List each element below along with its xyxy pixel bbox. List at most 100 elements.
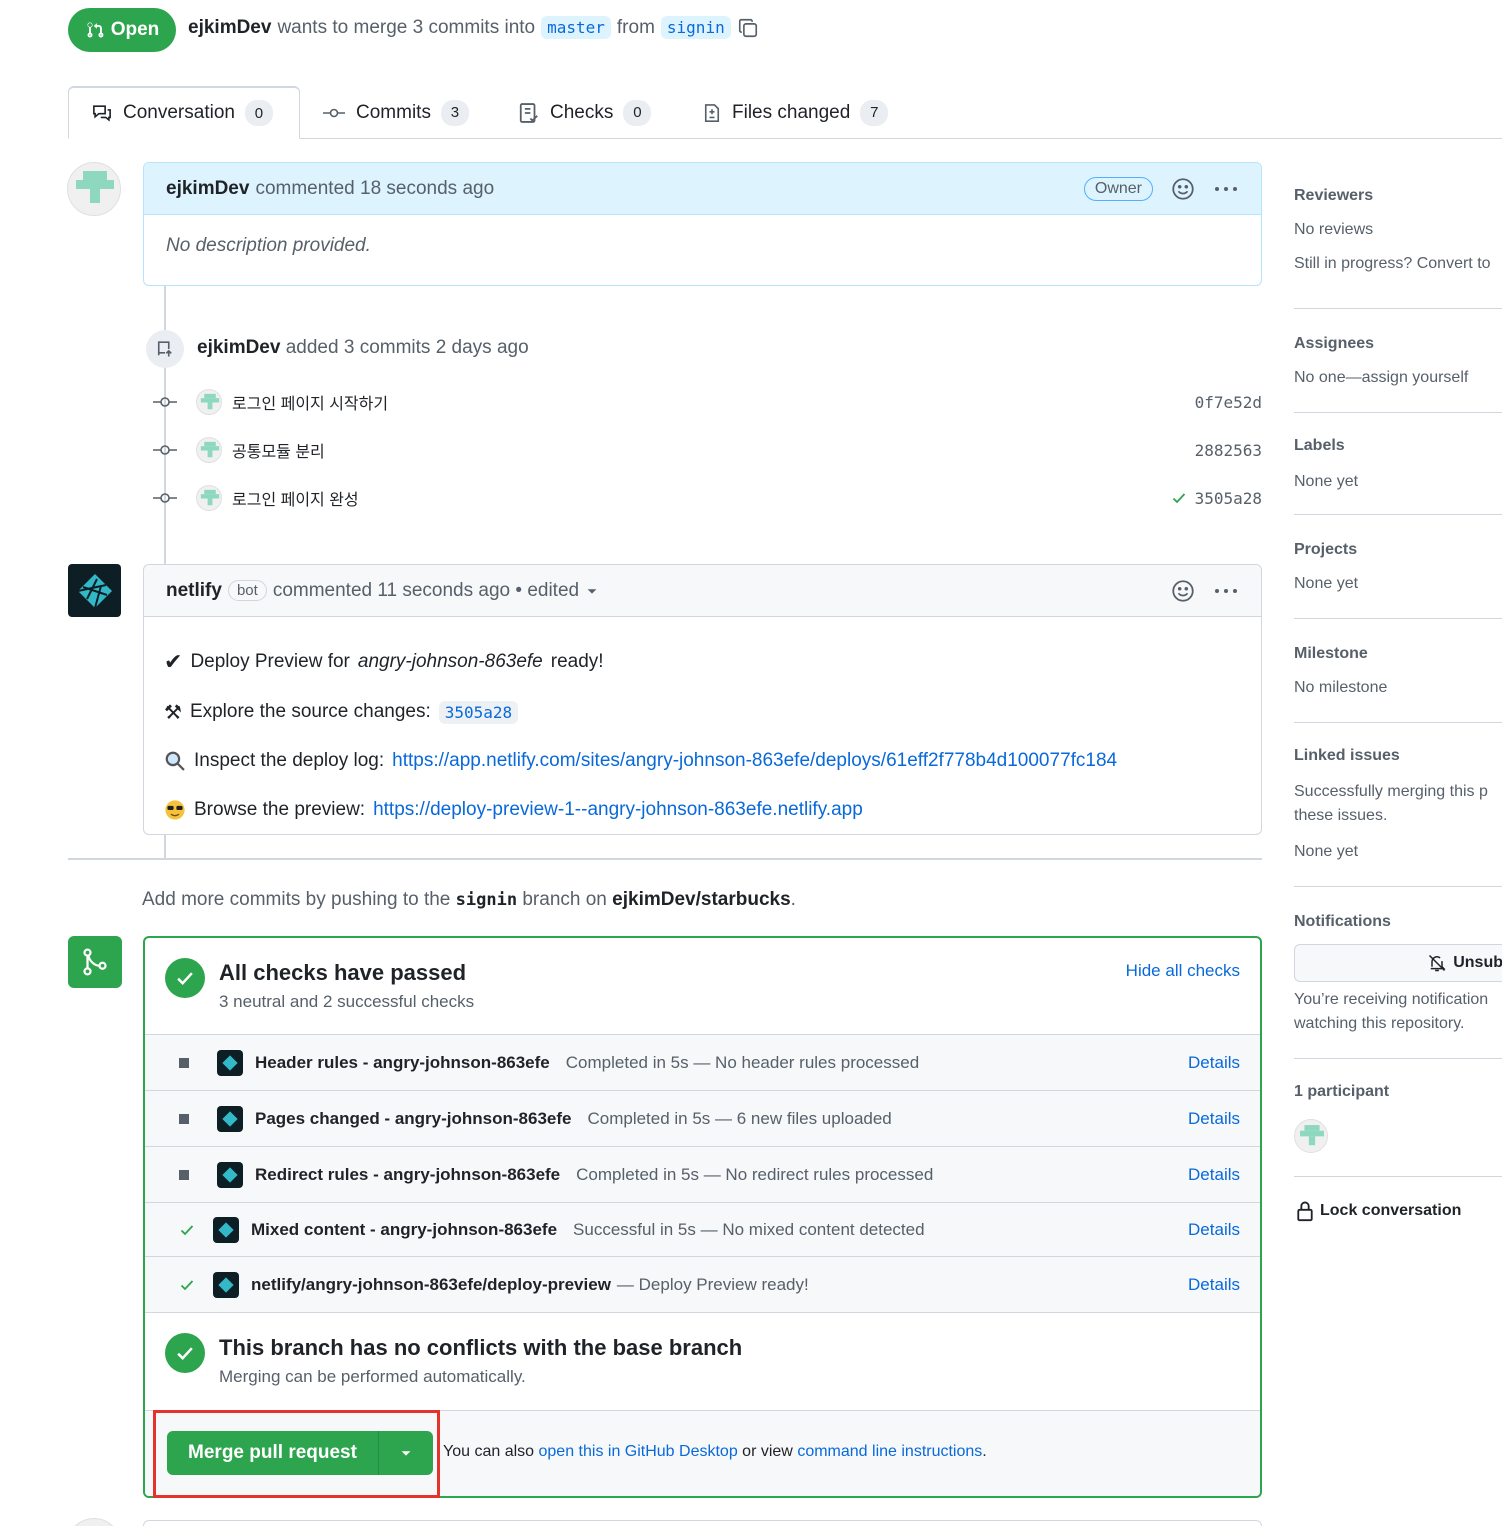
tab-counter: 0 <box>244 100 273 126</box>
smiley-icon[interactable] <box>1171 177 1195 201</box>
commit-message[interactable]: 로그인 페이지 완성 <box>232 486 359 510</box>
assignees-title[interactable]: Assignees <box>1294 335 1374 353</box>
source-sha-link[interactable]: 3505a28 <box>438 700 519 724</box>
participants-title: 1 participant <box>1294 1083 1390 1100</box>
comment-discussion-icon <box>93 105 111 122</box>
pr-description-comment: ejkimDev commented 18 seconds ago Owner … <box>143 162 1262 286</box>
commit-author-avatar[interactable] <box>196 389 222 415</box>
check-details-link[interactable]: Details <box>1188 1109 1240 1129</box>
check-icon <box>177 972 193 986</box>
alternatives-suffix: . <box>982 1443 987 1460</box>
deploy-log-link[interactable]: https://app.netlify.com/sites/angry-john… <box>392 750 1117 772</box>
check-details-link[interactable]: Details <box>1188 1053 1240 1073</box>
browse-preview-label: Browse the preview: <box>194 799 366 820</box>
sidebar-divider <box>1294 412 1502 413</box>
projects-title[interactable]: Projects <box>1294 541 1357 559</box>
comment-author[interactable]: ejkimDev <box>166 178 249 200</box>
notifications-text: You’re receiving notification <box>1294 991 1489 1008</box>
check-details-link[interactable]: Details <box>1188 1220 1240 1240</box>
check-details-link[interactable]: Details <box>1188 1165 1240 1185</box>
commit-sha-with-status[interactable]: 3505a28 <box>1169 489 1262 508</box>
checklist-icon <box>519 102 538 123</box>
also-prefix: You can also <box>443 1443 535 1460</box>
source-changes-label: Explore the source changes: <box>189 701 431 722</box>
check-icon[interactable] <box>1169 490 1189 506</box>
tab-files-changed[interactable]: Files changed 7 <box>680 86 910 139</box>
event-author[interactable]: ejkimDev <box>197 337 280 358</box>
commit-message[interactable]: 로그인 페이지 시작하기 <box>232 390 388 414</box>
kebab-horizontal-icon[interactable] <box>1213 579 1239 603</box>
base-branch[interactable]: master <box>541 16 611 39</box>
tab-label: Conversation <box>123 102 235 123</box>
check-item: Header rules - angry-johnson-863efe Comp… <box>145 1034 1260 1090</box>
or-view-text: or view <box>742 1443 793 1460</box>
check-item: Redirect rules - angry-johnson-863efe Co… <box>145 1146 1260 1202</box>
reviewers-title[interactable]: Reviewers <box>1294 187 1373 205</box>
check-details-link[interactable]: Details <box>1188 1275 1240 1295</box>
check-description: Completed in 5s — 6 new files uploaded <box>587 1108 892 1128</box>
comment-timestamp[interactable]: commented 18 seconds ago <box>255 178 494 200</box>
milestone-title[interactable]: Milestone <box>1294 645 1368 663</box>
checks-status-circle <box>165 958 205 998</box>
notifications-text-2: watching this repository. <box>1294 1015 1465 1032</box>
commit-sha[interactable]: 0f7e52d <box>1195 393 1262 412</box>
comment-timestamp[interactable]: commented 11 seconds ago • edited <box>273 580 579 602</box>
hide-all-checks-link[interactable]: Hide all checks <box>1126 961 1240 981</box>
linked-issues-title[interactable]: Linked issues <box>1294 747 1400 765</box>
tab-label: Commits <box>356 101 431 123</box>
commit-message[interactable]: 공통모듈 분리 <box>232 438 325 462</box>
commit-author-avatar[interactable] <box>196 485 222 511</box>
lock-conversation-link[interactable]: Lock conversation <box>1296 1200 1461 1222</box>
push-hint-repo[interactable]: ejkimDev/starbucks <box>612 889 791 910</box>
reviewers-hint[interactable]: Still in progress? Convert to <box>1294 255 1491 273</box>
check-name: netlify/angry-johnson-863efe/deploy-prev… <box>251 1274 611 1294</box>
commit-author-avatar[interactable] <box>196 437 222 463</box>
assignees-value[interactable]: No one—assign yourself <box>1294 369 1468 387</box>
comment-form <box>143 1520 1262 1526</box>
commit-sha[interactable]: 2882563 <box>1195 441 1262 460</box>
command-line-link[interactable]: command line instructions <box>797 1443 982 1460</box>
caret-down-icon[interactable] <box>585 584 599 598</box>
labels-title[interactable]: Labels <box>1294 437 1345 455</box>
author-avatar[interactable] <box>67 162 121 216</box>
deploy-log-label: Inspect the deploy log: <box>194 750 385 771</box>
copy-icon[interactable] <box>737 17 759 39</box>
pr-author[interactable]: ejkimDev <box>188 17 271 39</box>
push-hint-middle: branch on <box>522 889 607 910</box>
comment-author[interactable]: netlify <box>166 580 222 602</box>
neutral-status-icon <box>179 1169 189 1180</box>
tab-commits[interactable]: Commits 3 <box>300 86 491 139</box>
commit-sha: 3505a28 <box>1194 488 1262 508</box>
preview-link[interactable]: https://deploy-preview-1--angry-johnson-… <box>373 799 863 821</box>
sunglasses-emoji-icon <box>165 800 185 820</box>
kebab-horizontal-icon[interactable] <box>1213 177 1239 201</box>
deploy-text-prefix: Deploy Preview for <box>190 651 350 672</box>
netlify-app-icon <box>217 1105 243 1132</box>
smiley-icon[interactable] <box>1171 579 1195 603</box>
owner-label: Owner <box>1083 176 1153 201</box>
check-name: Header rules - angry-johnson-863efe <box>255 1052 550 1072</box>
head-branch[interactable]: signin <box>660 16 731 39</box>
highlight-box <box>153 1410 440 1498</box>
repo-push-icon <box>157 341 172 357</box>
github-desktop-link[interactable]: open this in GitHub Desktop <box>539 1443 738 1460</box>
netlify-avatar[interactable] <box>68 564 121 617</box>
tab-checks[interactable]: Checks 0 <box>496 86 673 139</box>
event-action: added 3 commits 2 days ago <box>285 337 529 358</box>
sidebar-divider <box>1294 722 1502 723</box>
pr-from-text: from <box>616 16 655 38</box>
unsubscribe-button[interactable]: Unsub <box>1294 944 1502 982</box>
conflicts-section: This branch has no conflicts with the ba… <box>145 1312 1260 1410</box>
deploy-site-name: angry-johnson-863efe <box>357 651 543 672</box>
hammer-icon: ⚒ <box>164 701 182 724</box>
pr-merge-text: wants to merge 3 commits into <box>277 16 536 38</box>
magnifier-icon <box>165 751 185 771</box>
tab-conversation[interactable]: Conversation 0 <box>68 86 300 139</box>
sidebar-divider <box>1294 514 1502 515</box>
participant-avatar[interactable] <box>1294 1119 1328 1153</box>
sidebar-divider <box>1294 308 1502 309</box>
commit-row: 공통모듈 분리 2882563 <box>150 430 1262 470</box>
tab-label: Checks <box>550 101 614 123</box>
linked-issues-value: None yet <box>1294 843 1359 860</box>
sidebar-divider <box>1294 886 1502 887</box>
